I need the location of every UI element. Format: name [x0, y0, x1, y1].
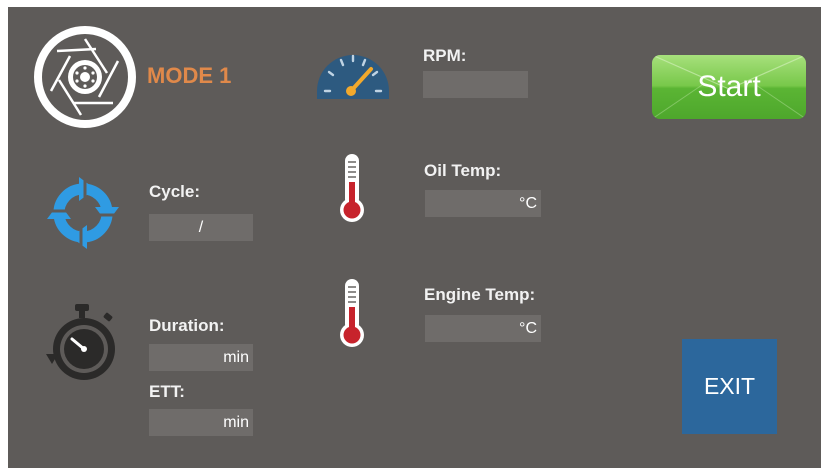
stopwatch-icon	[44, 302, 120, 384]
engine-temp-unit: °C	[519, 320, 537, 337]
duration-unit: min	[223, 349, 249, 366]
start-button[interactable]: Start	[652, 55, 806, 119]
speedometer-icon	[315, 45, 391, 101]
cycle-field: /	[149, 214, 253, 241]
oil-temp-unit: °C	[519, 195, 537, 212]
refresh-cycle-icon	[45, 175, 121, 251]
duration-label: Duration:	[149, 316, 225, 335]
exit-button[interactable]: EXIT	[682, 339, 777, 434]
engine-temp-field: °C	[425, 315, 541, 342]
aperture-disc-icon	[33, 25, 137, 129]
thermometer-icon	[338, 152, 366, 224]
oil-temp-label: Oil Temp:	[424, 161, 502, 180]
rpm-field	[423, 71, 528, 98]
app-screen: MODE 1 RPM: Start Cycle: / Oil Temp: °C …	[8, 7, 821, 468]
ett-unit: min	[223, 414, 249, 431]
ett-label: ETT:	[149, 382, 185, 401]
oil-temp-field: °C	[425, 190, 541, 217]
cycle-label: Cycle:	[149, 182, 201, 201]
engine-temp-label: Engine Temp:	[424, 285, 536, 304]
mode-label: MODE 1	[147, 63, 232, 88]
rpm-label: RPM:	[423, 46, 467, 65]
duration-field: min	[149, 344, 253, 371]
ett-field: min	[149, 409, 253, 436]
thermometer-icon	[338, 277, 366, 349]
start-button-label: Start	[697, 70, 761, 103]
